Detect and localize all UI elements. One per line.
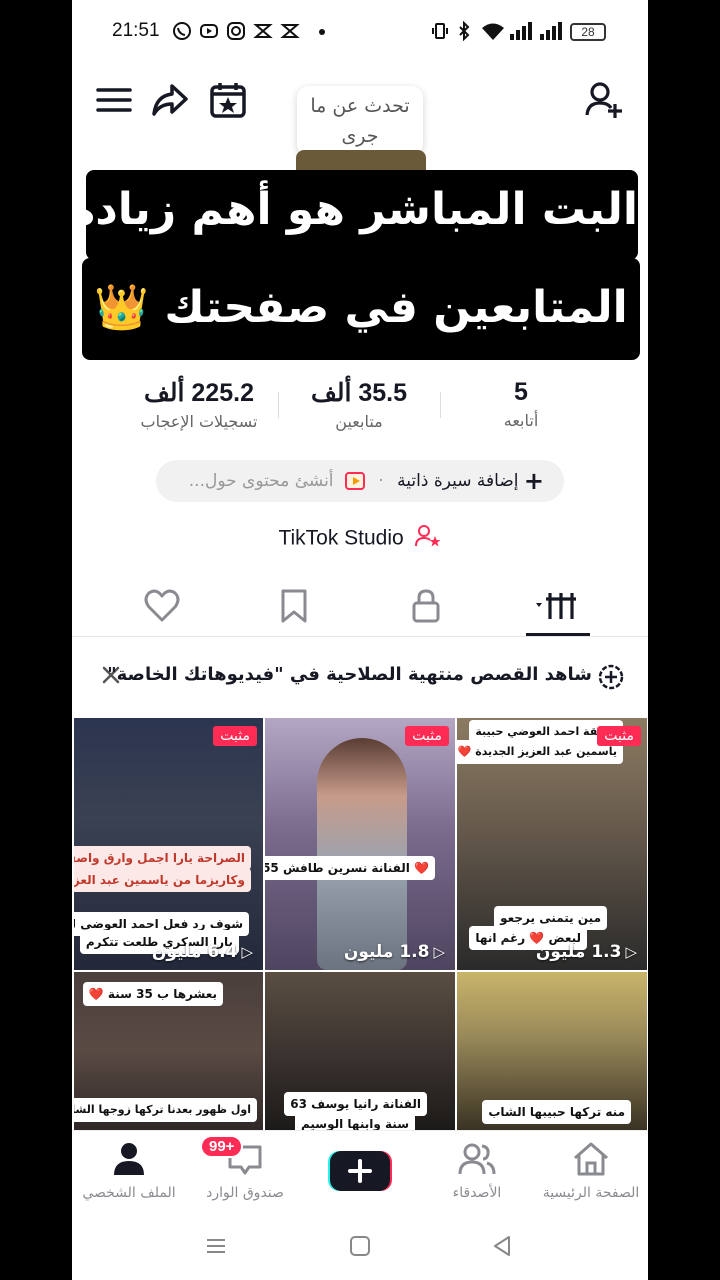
likes-count: 225.2 ألف (144, 379, 254, 407)
create-plus-icon (328, 1151, 392, 1191)
pinned-badge: مثبت (597, 726, 641, 746)
add-bio-pill[interactable]: + إضافة سيرة ذاتية · أنشئ محتوى حول... (156, 460, 564, 502)
menu-icon[interactable] (94, 80, 134, 120)
video-thumbnail[interactable]: بعشرها ب 35 سنة ❤️ اول ظهور بعدنا تركها … (74, 972, 263, 1130)
view-count: ▷1.3 مليون (535, 942, 637, 962)
banner-text: شاهد القصص منتهية الصلاحية في "فيديوهاتك… (107, 664, 592, 685)
video-sticker: بعشرها ب 35 سنة ❤️ (82, 982, 223, 1006)
video-sticker: ❤️ الفنانة نسرين طافش 55 سنة (265, 856, 435, 880)
tab-liked[interactable] (132, 584, 192, 628)
studio-user-star-icon (414, 524, 442, 554)
followers-stat[interactable]: 35.5 ألف متابعين (274, 378, 444, 431)
recents-icon[interactable] (204, 1234, 228, 1262)
video-sticker: منه تركها حبيبها الشاب (482, 1100, 631, 1124)
following-label: أتابعه (503, 411, 539, 430)
studio-label: TikTok Studio (278, 526, 404, 550)
grid-icon (536, 593, 576, 619)
create-content-icon (344, 472, 365, 490)
lock-icon (412, 589, 440, 623)
tab-videos[interactable] (526, 584, 590, 628)
heart-icon (144, 589, 180, 622)
following-count: 5 (514, 378, 528, 406)
bottom-nav: الصفحة الرئيسية الأصدقاء صندوق الوارد 99… (72, 1130, 648, 1220)
nav-home[interactable]: الصفحة الرئيسية (536, 1141, 646, 1201)
bookmark-icon (281, 589, 307, 623)
battery-indicator: 28 (570, 23, 606, 41)
add-bio-label: إضافة سيرة ذاتية (397, 471, 519, 491)
nav-home-label: الصفحة الرئيسية (542, 1185, 640, 1201)
video-sticker: سنة وابنها الوسيم (295, 1112, 415, 1130)
expired-stories-banner[interactable]: شاهد القصص منتهية الصلاحية في "فيديوهاتك… (72, 650, 648, 704)
whatsapp-icon (172, 21, 192, 41)
nav-inbox-label: صندوق الوارد (206, 1185, 284, 1201)
likes-stat[interactable]: 225.2 ألف تسجيلات الإعجاب (114, 378, 284, 431)
create-button[interactable] (326, 1149, 394, 1193)
vibrate-icon (430, 21, 450, 41)
video-thumbnail[interactable]: مثبت الصراحة يارا اجمل وارق واصفر وكاريز… (74, 718, 263, 970)
nav-profile-label: الملف الشخصي (82, 1185, 176, 1201)
plus-icon: + (523, 467, 544, 495)
signal-icon (508, 21, 534, 41)
story-plus-icon (598, 664, 624, 694)
followers-label: متابعين (335, 412, 383, 431)
person-silhouette (317, 738, 407, 970)
capcut-icon (280, 21, 300, 41)
video-sticker: الصراحة يارا اجمل وارق واصفر (74, 846, 251, 870)
calendar-star-icon[interactable] (208, 80, 248, 120)
friends-icon (458, 1143, 496, 1175)
followers-count: 35.5 ألف (310, 379, 408, 407)
video-thumbnail[interactable]: منه تركها حبيبها الشاب (457, 972, 647, 1130)
status-time: 21:51 (112, 20, 160, 41)
instagram-icon (226, 21, 246, 41)
home-button-icon[interactable] (348, 1234, 372, 1262)
back-icon[interactable] (490, 1234, 514, 1262)
topic-bubble-line1: تحدث عن ما (310, 95, 410, 117)
dot-icon (312, 21, 332, 41)
pinned-badge: مثبت (405, 726, 449, 746)
caption-overlay-line2: المتابعين في صفحتك 👑 (82, 258, 640, 360)
likes-label: تسجيلات الإعجاب (140, 412, 258, 431)
video-sticker: اول ظهور بعدنا تركها زوجها الشاب (74, 1098, 257, 1122)
status-bar: 21:51 28 (72, 0, 648, 64)
nav-friends-label: الأصدقاء (452, 1185, 502, 1201)
play-icon: ▷ (433, 943, 445, 961)
tiktok-studio-link[interactable]: TikTok Studio (72, 524, 648, 554)
signal-icon (538, 21, 564, 41)
view-count: ▷1.8 مليون (343, 942, 445, 962)
create-content-label: أنشئ محتوى حول... (188, 471, 334, 491)
play-icon: ▷ (625, 943, 637, 961)
topic-bubble-line2: جرى (341, 125, 379, 147)
home-icon (574, 1142, 608, 1176)
inbox-badge: 99+ (200, 1135, 244, 1158)
pinned-badge: مثبت (213, 726, 257, 746)
play-icon: ▷ (241, 943, 253, 961)
video-thumbnail[interactable]: مثبت ❤️ الفنانة نسرين طافش 55 سنة ▷1.8 م… (265, 718, 455, 970)
nav-profile[interactable]: الملف الشخصي (74, 1141, 184, 1201)
tab-private[interactable] (396, 584, 456, 628)
profile-icon (114, 1143, 144, 1175)
system-navigation-bar (72, 1220, 648, 1280)
video-thumbnail[interactable]: الفنانة رانيا يوسف 63 سنة وابنها الوسيم (265, 972, 455, 1130)
caption-overlay-line1: البت المباشر هو أهم زيادة (72, 170, 638, 260)
tab-saved[interactable] (264, 584, 324, 628)
share-icon[interactable] (150, 80, 190, 120)
capcut-icon (253, 21, 273, 41)
topic-prompt-bubble[interactable]: تحدث عن ما جرى (297, 86, 423, 156)
view-count: ▷6.4 مليون (151, 942, 253, 962)
tiktok-profile-screen: 21:51 28 تحدث عن ما جرى البت المباشر هو … (72, 0, 648, 1280)
nav-friends[interactable]: الأصدقاء (422, 1141, 532, 1201)
youtube-icon (199, 21, 219, 41)
video-sticker: وكاريزما من ياسمين عبد العزيز ❤️ (74, 868, 251, 892)
tab-divider (72, 636, 648, 637)
following-stat[interactable]: 5 أتابعه (436, 378, 606, 430)
wifi-icon (480, 21, 506, 41)
add-user-icon[interactable] (584, 80, 624, 120)
separator-dot: · (378, 471, 384, 491)
bluetooth-icon (454, 20, 474, 42)
video-thumbnail[interactable]: طليقة احمد العوضي حبيبة ياسمين عبد العزي… (457, 718, 647, 970)
